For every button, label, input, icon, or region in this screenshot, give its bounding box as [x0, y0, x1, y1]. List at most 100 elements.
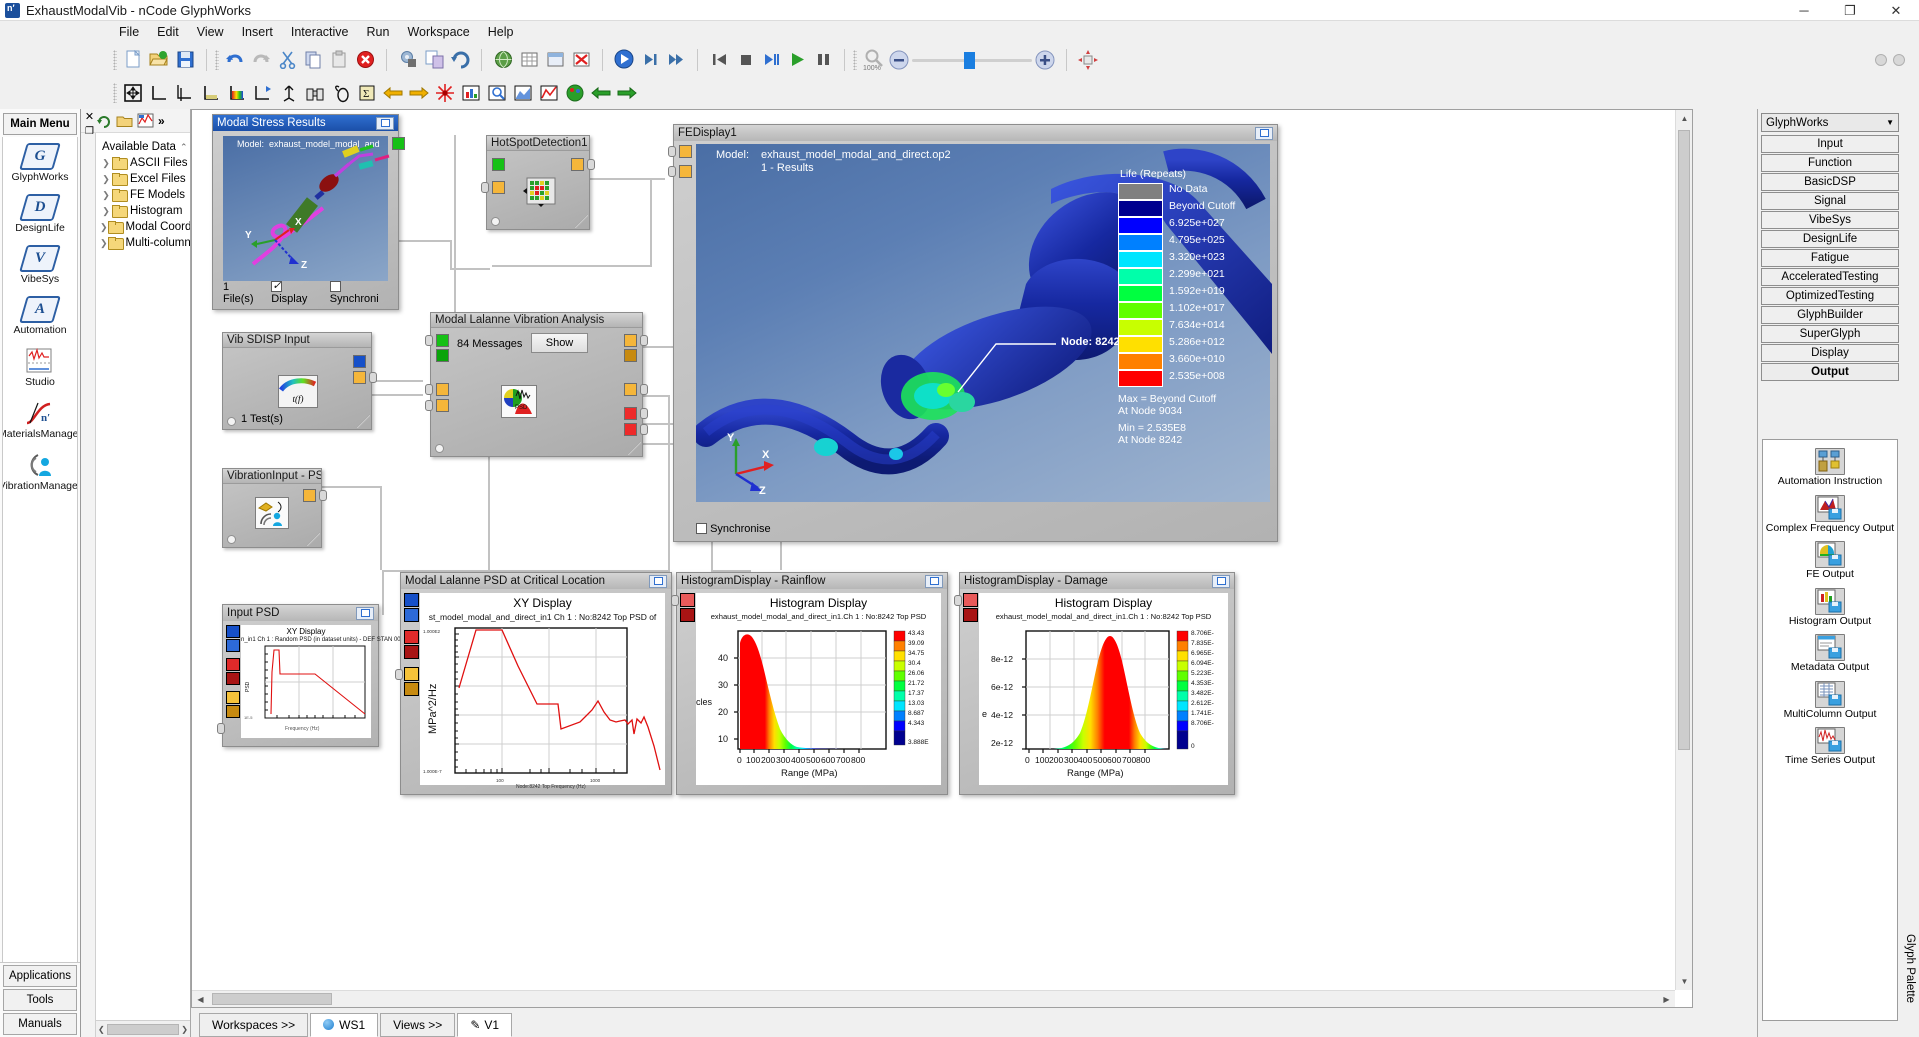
move-icon[interactable]	[120, 80, 146, 106]
resize-corner[interactable]	[574, 214, 588, 228]
palette-category-basicdsp[interactable]: BasicDSP	[1761, 173, 1899, 191]
zoom-out-button[interactable]	[886, 47, 912, 73]
view-tab-v1[interactable]: ✎V1	[457, 1013, 512, 1037]
palette-category-acceleratedtesting[interactable]: AcceleratedTesting	[1761, 268, 1899, 286]
hscroll-thumb[interactable]	[212, 993, 332, 1005]
scroll-right-icon[interactable]: ▶	[1658, 991, 1675, 1008]
input-plug[interactable]	[425, 335, 433, 346]
undo-icon[interactable]	[222, 47, 248, 73]
run-glyph-icon[interactable]	[611, 47, 637, 73]
chart-search-icon[interactable]	[484, 80, 510, 106]
burst-icon[interactable]	[432, 80, 458, 106]
new-file-icon[interactable]	[120, 47, 146, 73]
series-swatch-orange-1[interactable]	[226, 691, 240, 704]
tree-item-femodels[interactable]: ❯FE Models	[100, 187, 188, 203]
output-plug-1[interactable]	[640, 335, 648, 346]
cut-icon[interactable]	[274, 47, 300, 73]
output-plug-4[interactable]	[640, 424, 648, 435]
tree-item-histogram[interactable]: ❯Histogram	[100, 203, 188, 219]
fe-3d-viewport[interactable]: Model: exhaust_model_modal_and_direct.op…	[696, 144, 1270, 502]
open-folder-icon[interactable]	[146, 47, 172, 73]
canvas-vertical-scrollbar[interactable]: ▲ ▼	[1675, 110, 1692, 990]
data-icon[interactable]	[137, 113, 154, 128]
menu-help[interactable]: Help	[479, 22, 523, 42]
output-plug[interactable]	[587, 159, 595, 170]
input-plug-3[interactable]	[425, 400, 433, 411]
tree-item-ascii[interactable]: ❯ASCII Files	[100, 155, 188, 171]
maximize-button[interactable]	[356, 607, 374, 620]
maximize-button[interactable]	[1255, 127, 1273, 140]
tree-hscrollbar[interactable]: ❮ ❯	[96, 1020, 190, 1037]
chevron-right-icon[interactable]: ❯	[100, 222, 108, 233]
input-port-orange[interactable]	[492, 181, 505, 194]
sidebar-item-studio[interactable]: Studio	[3, 347, 77, 388]
palette-category-glyphbuilder[interactable]: GlyphBuilder	[1761, 306, 1899, 324]
workflow-canvas[interactable]: Modal Stress Results Model: exhaust_mode…	[192, 110, 1675, 990]
new-window-icon[interactable]	[421, 47, 447, 73]
psd-display-window[interactable]: Modal Lalanne PSD at Critical Location X…	[400, 572, 672, 795]
zoom-in-button[interactable]	[1032, 47, 1058, 73]
menu-run[interactable]: Run	[358, 22, 399, 42]
play-pause-icon[interactable]	[758, 47, 784, 73]
input-plug[interactable]	[671, 595, 679, 606]
sidebar-item-vibesys[interactable]: V VibeSys	[3, 245, 77, 285]
zoom-slider[interactable]	[912, 49, 1032, 71]
series-swatch-orange-1[interactable]	[404, 667, 419, 681]
scroll-left-icon[interactable]: ◀	[192, 991, 209, 1008]
input-port-green[interactable]	[492, 158, 505, 171]
input-plug[interactable]	[481, 182, 489, 193]
chevron-right-icon[interactable]: ❯	[100, 206, 112, 217]
palette-item-multicolumn-output[interactable]: MultiColumn Output	[1763, 681, 1897, 721]
input-plug-1[interactable]	[668, 146, 676, 157]
maximize-button[interactable]	[376, 117, 394, 130]
output-port-orange[interactable]	[571, 158, 584, 171]
palette-item-metadata-output[interactable]: Metadata Output	[1763, 634, 1897, 674]
tools-button[interactable]: Tools	[3, 989, 77, 1011]
output-port-orange[interactable]	[624, 334, 637, 347]
input-plug[interactable]	[217, 723, 225, 734]
back-arrow-icon[interactable]	[588, 80, 614, 106]
palette-category-optimizedtesting[interactable]: OptimizedTesting	[1761, 287, 1899, 305]
sidebar-item-glyphworks[interactable]: G GlyphWorks	[3, 143, 77, 183]
rewind-icon[interactable]	[706, 47, 732, 73]
palette-selector[interactable]: GlyphWorks ▼	[1761, 113, 1899, 132]
input-port-orange-2[interactable]	[436, 399, 449, 412]
input-port-orange-1[interactable]	[679, 145, 692, 158]
right-arrow-icon[interactable]	[614, 80, 640, 106]
globe-icon[interactable]	[490, 47, 516, 73]
tree-item-modalcoord[interactable]: ❯Modal Coord	[100, 219, 188, 235]
axes-fill-icon[interactable]	[198, 80, 224, 106]
resize-corner[interactable]	[306, 532, 320, 546]
modal-stress-3d-view[interactable]: Model: exhaust_model_modal_and	[223, 136, 388, 281]
grid-icon[interactable]	[516, 47, 542, 73]
output-plug[interactable]	[319, 490, 327, 501]
rainflow-chart[interactable]: Histogram Display exhaust_model_modal_an…	[696, 593, 941, 785]
input-port-orange-1[interactable]	[436, 383, 449, 396]
input-psd-chart[interactable]: XY Display n_in1 Ch 1 : Random PSD (in d…	[241, 625, 371, 738]
series-swatch-blue-2[interactable]	[404, 608, 419, 622]
stop-icon[interactable]	[732, 47, 758, 73]
input-port-orange-2[interactable]	[679, 165, 692, 178]
chevron-right-icon[interactable]: ❯	[100, 238, 108, 249]
output-port-orange[interactable]	[353, 371, 366, 384]
arrow-right-icon[interactable]	[406, 80, 432, 106]
scroll-thumb[interactable]	[107, 1024, 180, 1035]
chevron-right-icon[interactable]: ❯	[100, 158, 112, 169]
series-swatch-red-1[interactable]	[680, 593, 695, 607]
axes-icon[interactable]	[146, 80, 172, 106]
chart-bar-icon[interactable]	[458, 80, 484, 106]
axes-color-icon[interactable]	[224, 80, 250, 106]
scroll-right-icon[interactable]: ❯	[181, 1025, 188, 1034]
hotspot-detection-node[interactable]: HotSpotDetection1	[486, 135, 590, 230]
output-port-red-1[interactable]	[624, 407, 637, 420]
tree-item-excel[interactable]: ❯Excel Files	[100, 171, 188, 187]
output-plug-2[interactable]	[640, 384, 648, 395]
views-button[interactable]: Views >>	[380, 1013, 455, 1037]
menu-interactive[interactable]: Interactive	[282, 22, 358, 42]
close-icon[interactable]: ✕	[83, 111, 96, 123]
series-swatch-red-1[interactable]	[404, 630, 419, 644]
palette-category-superglyph[interactable]: SuperGlyph	[1761, 325, 1899, 343]
input-port-darkgreen[interactable]	[436, 349, 449, 362]
input-psd-window[interactable]: Input PSD XY Display n_in1 Ch 1 : Random…	[222, 604, 379, 747]
menu-edit[interactable]: Edit	[148, 22, 188, 42]
